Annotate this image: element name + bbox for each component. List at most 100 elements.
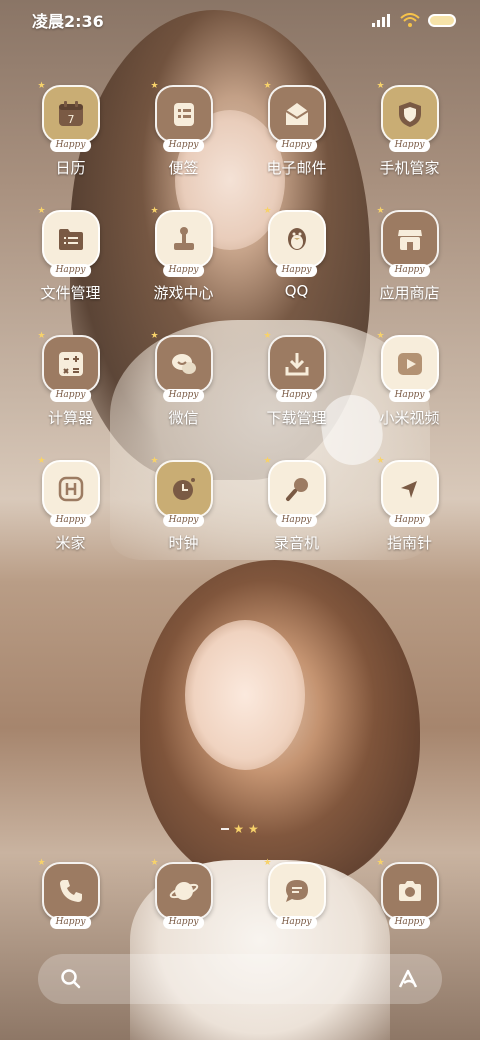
app-tile[interactable]: ★ Happy <box>38 456 100 527</box>
app-qq[interactable]: ★ Happy QQ <box>240 206 353 323</box>
svg-text:7: 7 <box>67 113 74 126</box>
app-tile[interactable]: ★ Happy <box>38 858 100 929</box>
planet-browser-icon <box>169 882 198 900</box>
app-grid: ★ 7 Happy 日历 ★ Happy 便签 ★ Happy 电子邮件 ★ H… <box>0 81 480 573</box>
star-icon: ★ <box>37 331 46 341</box>
happy-badge: Happy <box>49 514 92 527</box>
happy-badge: Happy <box>388 139 431 152</box>
phone-icon <box>59 880 82 902</box>
app-wechat[interactable]: ★ Happy 微信 <box>127 331 240 448</box>
page-dot-bar <box>221 828 230 830</box>
app-label: 应用商店 <box>379 284 440 302</box>
app-mi-video[interactable]: ★ Happy 小米视频 <box>353 331 466 448</box>
app-mijia[interactable]: ★ Happy 米家 <box>14 456 127 573</box>
happy-badge: Happy <box>388 264 431 277</box>
app-tile[interactable]: ★ Happy <box>377 206 439 277</box>
star-icon: ★ <box>150 331 159 341</box>
app-label: 手机管家 <box>379 159 440 177</box>
app-email[interactable]: ★ Happy 电子邮件 <box>240 81 353 198</box>
star-icon: ★ <box>248 822 259 836</box>
assistant-icon[interactable] <box>396 966 422 992</box>
app-label: QQ <box>284 282 309 300</box>
star-icon: ★ <box>233 822 244 836</box>
home-icon <box>58 476 83 502</box>
app-calendar[interactable]: ★ 7 Happy 日历 <box>14 81 127 198</box>
star-icon: ★ <box>263 456 272 466</box>
star-icon: ★ <box>37 456 46 466</box>
happy-badge: Happy <box>162 264 205 277</box>
star-icon: ★ <box>37 81 46 91</box>
app-store[interactable]: ★ Happy 应用商店 <box>353 206 466 323</box>
app-tile[interactable]: ★ Happy <box>377 858 439 929</box>
app-label: 时钟 <box>168 534 199 552</box>
app-tile[interactable]: ★ Happy <box>151 456 213 527</box>
app-tile[interactable]: ★ 7 Happy <box>38 81 100 152</box>
happy-badge: Happy <box>49 264 92 277</box>
app-label: 游戏中心 <box>153 284 214 302</box>
app-tile[interactable]: ★ Happy <box>377 456 439 527</box>
play-icon <box>397 353 422 375</box>
app-label: 米家 <box>55 534 86 552</box>
battery-icon <box>428 13 456 27</box>
app-compass[interactable]: ★ Happy 指南针 <box>353 456 466 573</box>
dock-browser[interactable]: ★ Happy <box>127 858 240 942</box>
app-tile[interactable]: ★ Happy <box>264 81 326 152</box>
app-downloads[interactable]: ★ Happy 下载管理 <box>240 331 353 448</box>
download-icon <box>285 353 308 376</box>
app-label: 下载管理 <box>266 409 327 427</box>
star-icon: ★ <box>263 331 272 341</box>
status-bar: 凌晨2:36 <box>0 0 480 40</box>
dock-phone[interactable]: ★ Happy <box>14 858 127 942</box>
app-tile[interactable]: ★ Happy <box>38 331 100 402</box>
mail-icon <box>284 103 309 125</box>
app-tile[interactable]: ★ Happy <box>264 331 326 402</box>
store-icon <box>397 230 422 250</box>
app-tile[interactable]: ★ Happy <box>264 456 326 527</box>
app-label: 文件管理 <box>40 284 101 302</box>
app-tile[interactable]: ★ Happy <box>151 331 213 402</box>
star-icon: ★ <box>263 858 272 868</box>
app-tile[interactable]: ★ Happy <box>264 206 326 277</box>
app-tile[interactable]: ★ Happy <box>151 206 213 277</box>
happy-badge: Happy <box>49 139 92 152</box>
star-icon: ★ <box>376 206 385 216</box>
happy-badge: Happy <box>49 389 92 402</box>
page-indicator: ★ ★ <box>0 822 480 836</box>
happy-badge: Happy <box>275 264 318 277</box>
clock-icon <box>172 478 195 500</box>
search-icon[interactable] <box>58 966 84 992</box>
happy-badge: Happy <box>275 514 318 527</box>
app-label: 录音机 <box>273 534 319 552</box>
app-files[interactable]: ★ Happy 文件管理 <box>14 206 127 323</box>
calendar-icon: 7 <box>58 101 83 126</box>
dock-camera[interactable]: ★ Happy <box>353 858 466 942</box>
wifi-icon <box>400 13 420 27</box>
dock-messages[interactable]: ★ Happy <box>240 858 353 942</box>
app-calculator[interactable]: ★ Happy 计算器 <box>14 331 127 448</box>
shield-icon <box>398 102 421 127</box>
star-icon: ★ <box>376 81 385 91</box>
star-icon: ★ <box>263 206 272 216</box>
app-label: 微信 <box>168 409 199 427</box>
happy-badge: Happy <box>275 139 318 152</box>
app-tile[interactable]: ★ Happy <box>377 81 439 152</box>
app-game-center[interactable]: ★ Happy 游戏中心 <box>127 206 240 323</box>
star-icon: ★ <box>376 456 385 466</box>
app-tile[interactable]: ★ Happy <box>38 206 100 277</box>
app-recorder[interactable]: ★ Happy 录音机 <box>240 456 353 573</box>
app-tile[interactable]: ★ Happy <box>377 331 439 402</box>
search-bar[interactable] <box>38 954 442 1004</box>
app-notes[interactable]: ★ Happy 便签 <box>127 81 240 198</box>
app-tile[interactable]: ★ Happy <box>264 858 326 929</box>
status-time: 凌晨2:36 <box>32 12 104 31</box>
app-tile[interactable]: ★ Happy <box>151 858 213 929</box>
happy-badge: Happy <box>275 389 318 402</box>
penguin-icon <box>287 228 306 250</box>
app-clock[interactable]: ★ Happy 时钟 <box>127 456 240 573</box>
calculator-icon <box>58 352 83 376</box>
app-security[interactable]: ★ Happy 手机管家 <box>353 81 466 198</box>
star-icon: ★ <box>37 206 46 216</box>
happy-badge: Happy <box>162 389 205 402</box>
app-tile[interactable]: ★ Happy <box>151 81 213 152</box>
camera-icon <box>398 881 421 901</box>
